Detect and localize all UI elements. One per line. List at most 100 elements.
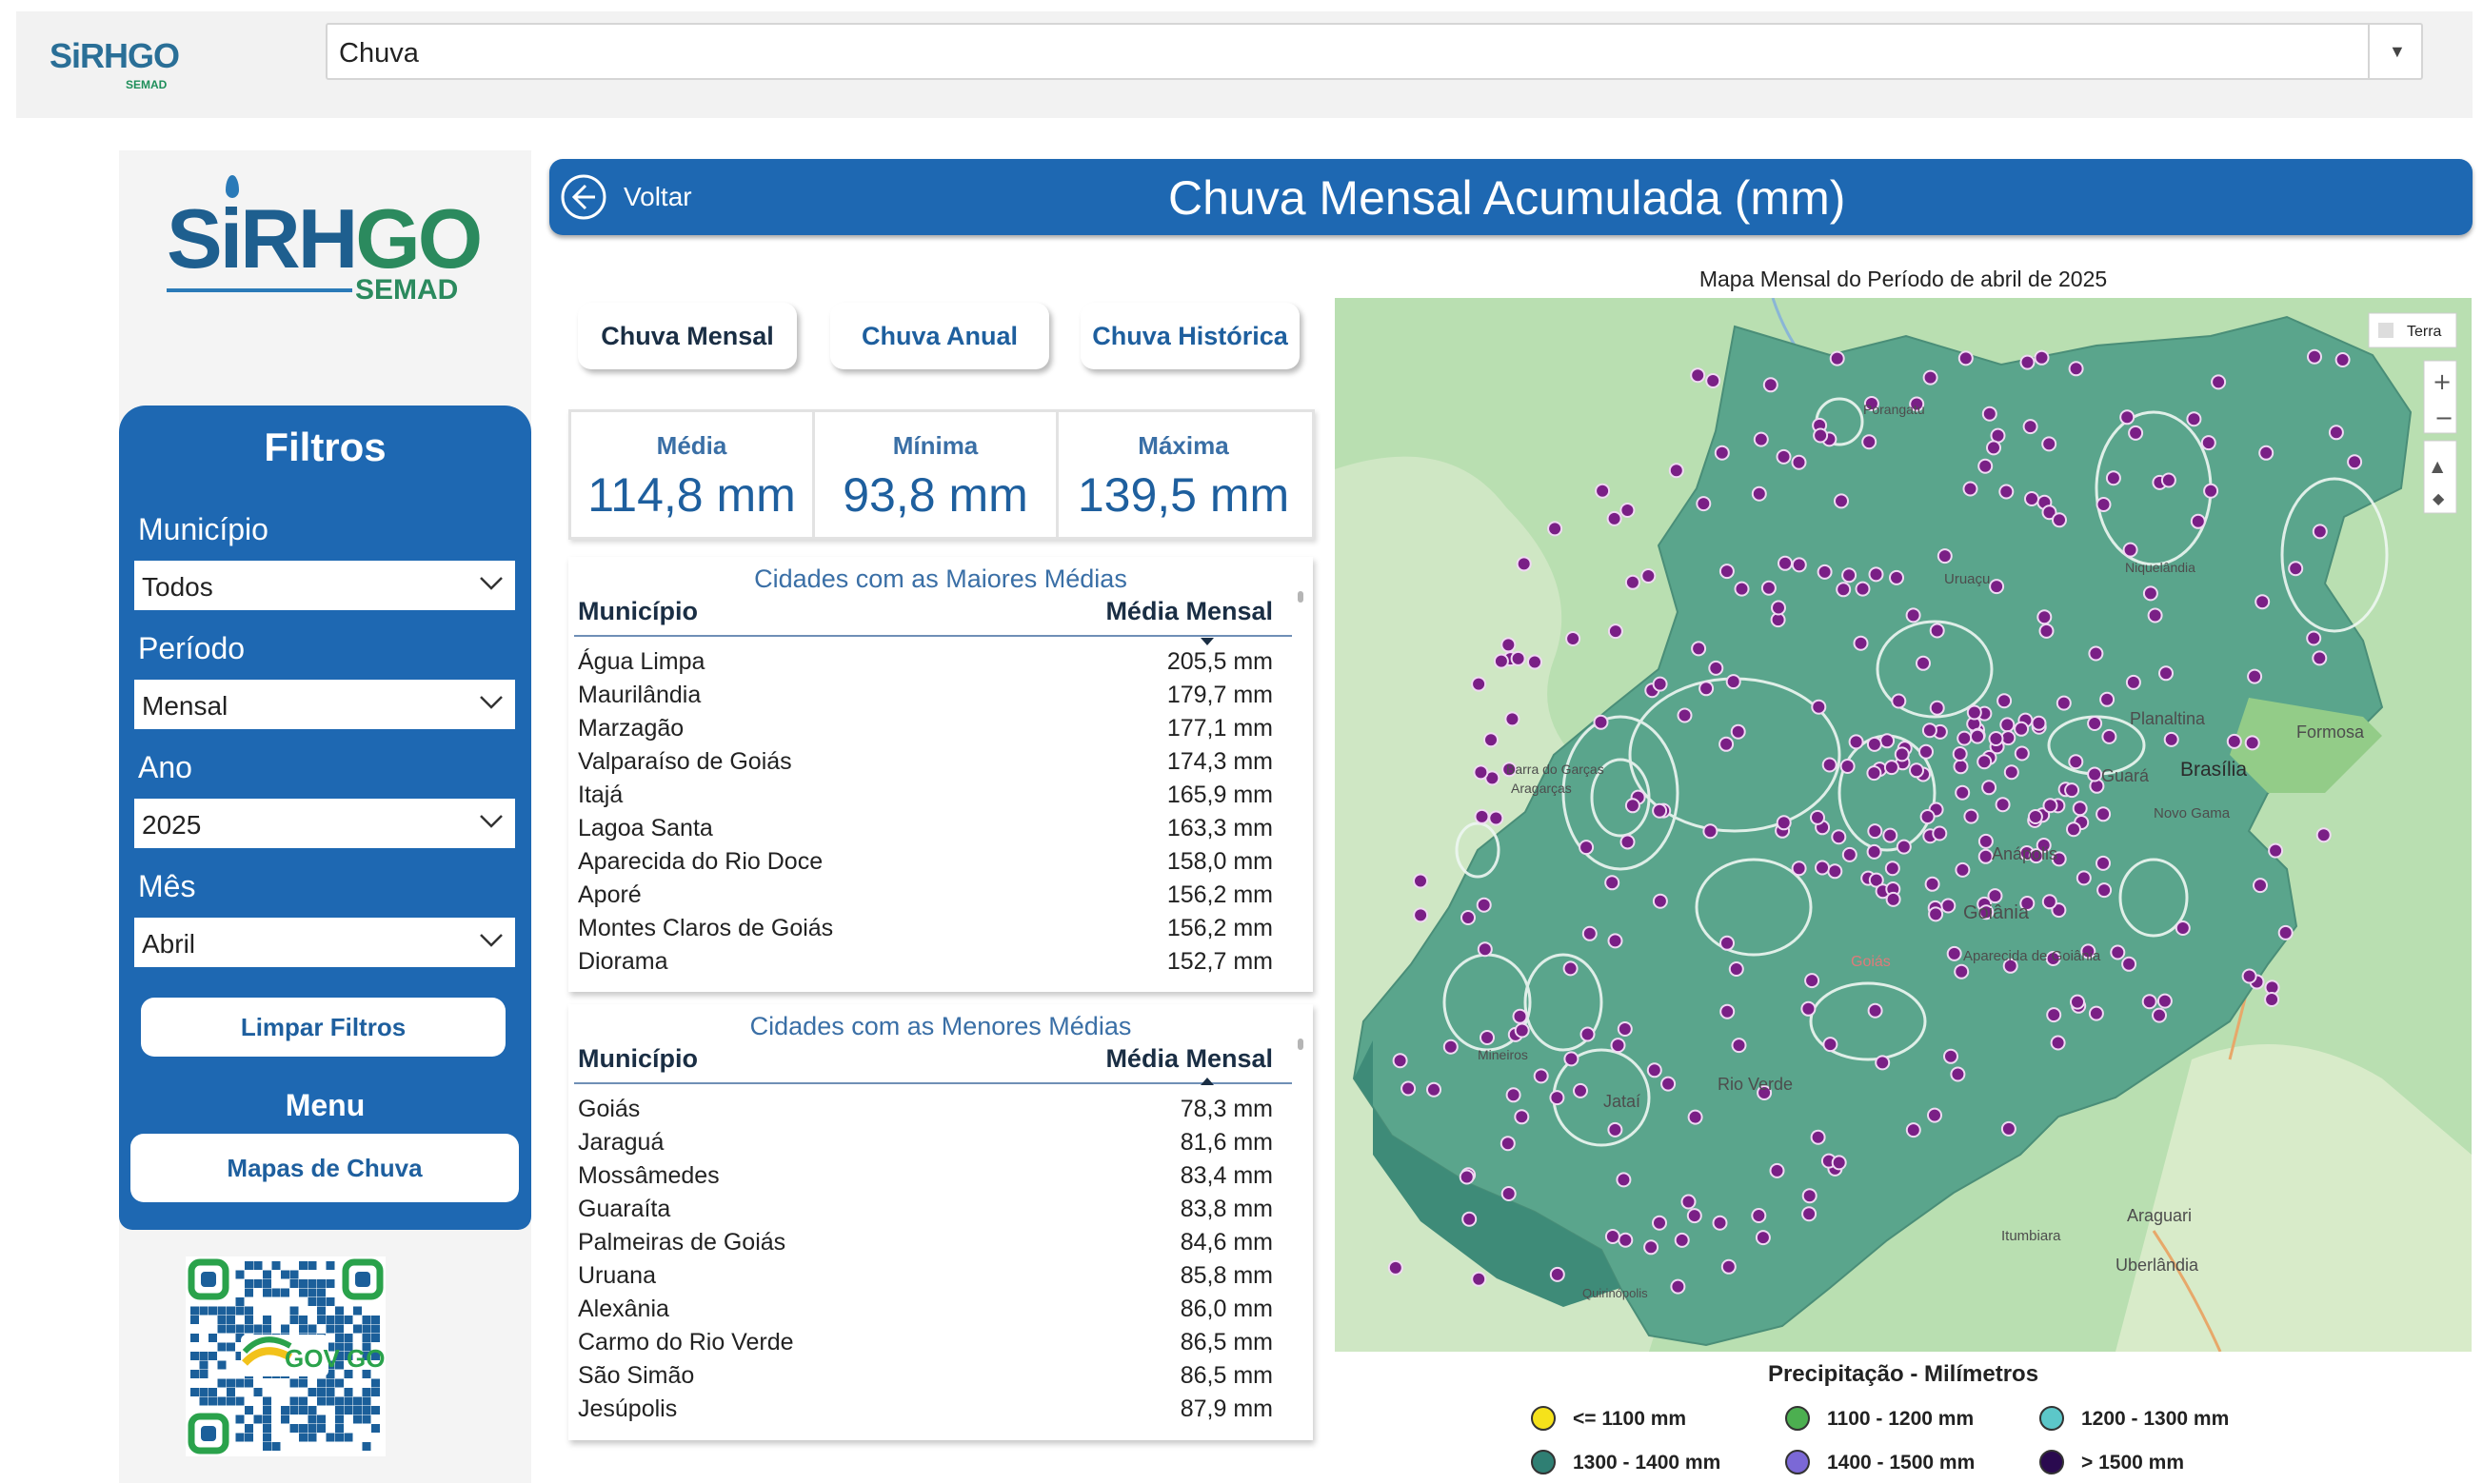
station-dot[interactable]: [1883, 760, 1899, 776]
station-dot[interactable]: [1801, 1206, 1818, 1222]
station-dot[interactable]: [1827, 863, 1843, 880]
station-dot[interactable]: [1687, 1109, 1703, 1125]
station-dot[interactable]: [1866, 765, 1882, 782]
municipio-select[interactable]: Todos: [134, 561, 515, 610]
station-dot[interactable]: [1929, 700, 1945, 716]
station-dot[interactable]: [1459, 1169, 1475, 1185]
station-dot[interactable]: [2200, 435, 2216, 451]
table-row[interactable]: Jesúpolis 87,9 mm: [578, 1392, 1273, 1425]
station-dot[interactable]: [2264, 992, 2280, 1007]
station-dot[interactable]: [1848, 734, 1864, 750]
station-dot[interactable]: [2125, 674, 2141, 690]
station-dot[interactable]: [1712, 1215, 1728, 1231]
station-dot[interactable]: [2052, 512, 2067, 528]
station-dot[interactable]: [1616, 1172, 1632, 1188]
station-dot[interactable]: [1413, 873, 1428, 889]
station-dot[interactable]: [1461, 1211, 1478, 1227]
station-dot[interactable]: [1660, 1076, 1677, 1092]
station-dot[interactable]: [1392, 1053, 1408, 1069]
station-dot[interactable]: [1875, 1055, 1891, 1071]
station-dot[interactable]: [1652, 676, 1668, 692]
station-dot[interactable]: [1581, 925, 1598, 941]
station-dot[interactable]: [1821, 757, 1837, 773]
table-row[interactable]: Itajá 165,9 mm: [578, 778, 1273, 811]
station-dot[interactable]: [2096, 497, 2112, 512]
station-dot[interactable]: [2088, 645, 2104, 662]
station-dot[interactable]: [1932, 825, 1948, 841]
station-dot[interactable]: [2186, 411, 2202, 427]
station-dot[interactable]: [2307, 348, 2322, 365]
station-dot[interactable]: [2000, 1120, 2016, 1137]
station-dot[interactable]: [1426, 1081, 1441, 1098]
station-dot[interactable]: [2152, 1007, 2167, 1023]
station-dot[interactable]: [2088, 1005, 2104, 1021]
station-dot[interactable]: [1731, 1038, 1747, 1054]
station-dot[interactable]: [1981, 780, 1997, 796]
station-dot[interactable]: [1861, 434, 1877, 450]
station-dot[interactable]: [1966, 704, 1982, 721]
station-dot[interactable]: [1547, 521, 1563, 537]
rain-maps-button[interactable]: Mapas de Chuva: [130, 1134, 519, 1202]
page-select-dropdown-button[interactable]: ▼: [2368, 25, 2421, 78]
station-dot[interactable]: [2050, 1035, 2066, 1051]
station-dot[interactable]: [1801, 1188, 1818, 1204]
station-dot[interactable]: [1988, 731, 2004, 746]
station-dot[interactable]: [1725, 674, 1741, 690]
station-dot[interactable]: [1804, 973, 1820, 989]
station-dot[interactable]: [1674, 1232, 1690, 1248]
map-canvas[interactable]: Brasília Goiânia Anápolis Rio Verde Jata…: [1335, 298, 2472, 1352]
station-dot[interactable]: [2070, 994, 2085, 1010]
station-dot[interactable]: [1977, 848, 1994, 864]
station-dot[interactable]: [1718, 564, 1735, 580]
station-dot[interactable]: [2041, 436, 2057, 452]
station-dot[interactable]: [2038, 623, 2055, 639]
station-dot[interactable]: [1831, 829, 1847, 845]
station-dot[interactable]: [1760, 580, 1777, 596]
station-dot[interactable]: [1477, 941, 1493, 958]
station-dot[interactable]: [1607, 623, 1623, 640]
station-dot[interactable]: [1924, 876, 1940, 892]
station-dot[interactable]: [2041, 894, 2057, 910]
station-dot[interactable]: [1460, 910, 1476, 925]
station-dot[interactable]: [2056, 695, 2072, 711]
station-dot[interactable]: [1986, 440, 2001, 456]
station-dot[interactable]: [1471, 1271, 1487, 1287]
station-dot[interactable]: [1996, 693, 2013, 709]
station-dot[interactable]: [1831, 1155, 1847, 1171]
station-dot[interactable]: [2147, 607, 2163, 623]
station-dot[interactable]: [1839, 759, 1856, 774]
table-row[interactable]: Valparaíso de Goiás 174,3 mm: [578, 744, 1273, 778]
station-dot[interactable]: [2142, 585, 2158, 602]
periodo-select[interactable]: Mensal: [134, 680, 515, 729]
station-dot[interactable]: [1562, 960, 1579, 977]
station-dot[interactable]: [2087, 766, 2103, 782]
station-dot[interactable]: [1829, 350, 1845, 366]
station-dot[interactable]: [2226, 733, 2242, 749]
station-dot[interactable]: [1963, 808, 1979, 824]
station-dot[interactable]: [1909, 762, 1924, 779]
station-dot[interactable]: [1955, 861, 1971, 878]
station-dot[interactable]: [1937, 548, 1953, 564]
table-row[interactable]: Goiás 78,3 mm: [578, 1092, 1273, 1125]
station-dot[interactable]: [2031, 715, 2047, 731]
station-dot[interactable]: [2253, 878, 2268, 894]
station-dot[interactable]: [2312, 650, 2328, 666]
station-dot[interactable]: [2288, 561, 2304, 577]
station-dot[interactable]: [1442, 1039, 1459, 1055]
station-dot[interactable]: [1480, 1030, 1495, 1045]
station-dot[interactable]: [1640, 568, 1657, 584]
station-dot[interactable]: [1690, 367, 1706, 384]
station-dot[interactable]: [1762, 377, 1778, 393]
station-dot[interactable]: [1698, 681, 1715, 697]
station-dot[interactable]: [1708, 660, 1724, 676]
station-dot[interactable]: [1791, 454, 1807, 470]
station-dot[interactable]: [2066, 821, 2081, 838]
back-button-label[interactable]: Voltar: [624, 182, 692, 212]
column-header-media[interactable]: Média Mensal: [1105, 597, 1273, 626]
station-dot[interactable]: [1646, 1062, 1662, 1078]
table-row[interactable]: Palmeiras de Goiás 84,6 mm: [578, 1225, 1273, 1258]
station-dot[interactable]: [1500, 1136, 1516, 1152]
station-dot[interactable]: [1813, 427, 1829, 444]
station-dot[interactable]: [2160, 472, 2176, 488]
station-dot[interactable]: [2099, 691, 2116, 707]
